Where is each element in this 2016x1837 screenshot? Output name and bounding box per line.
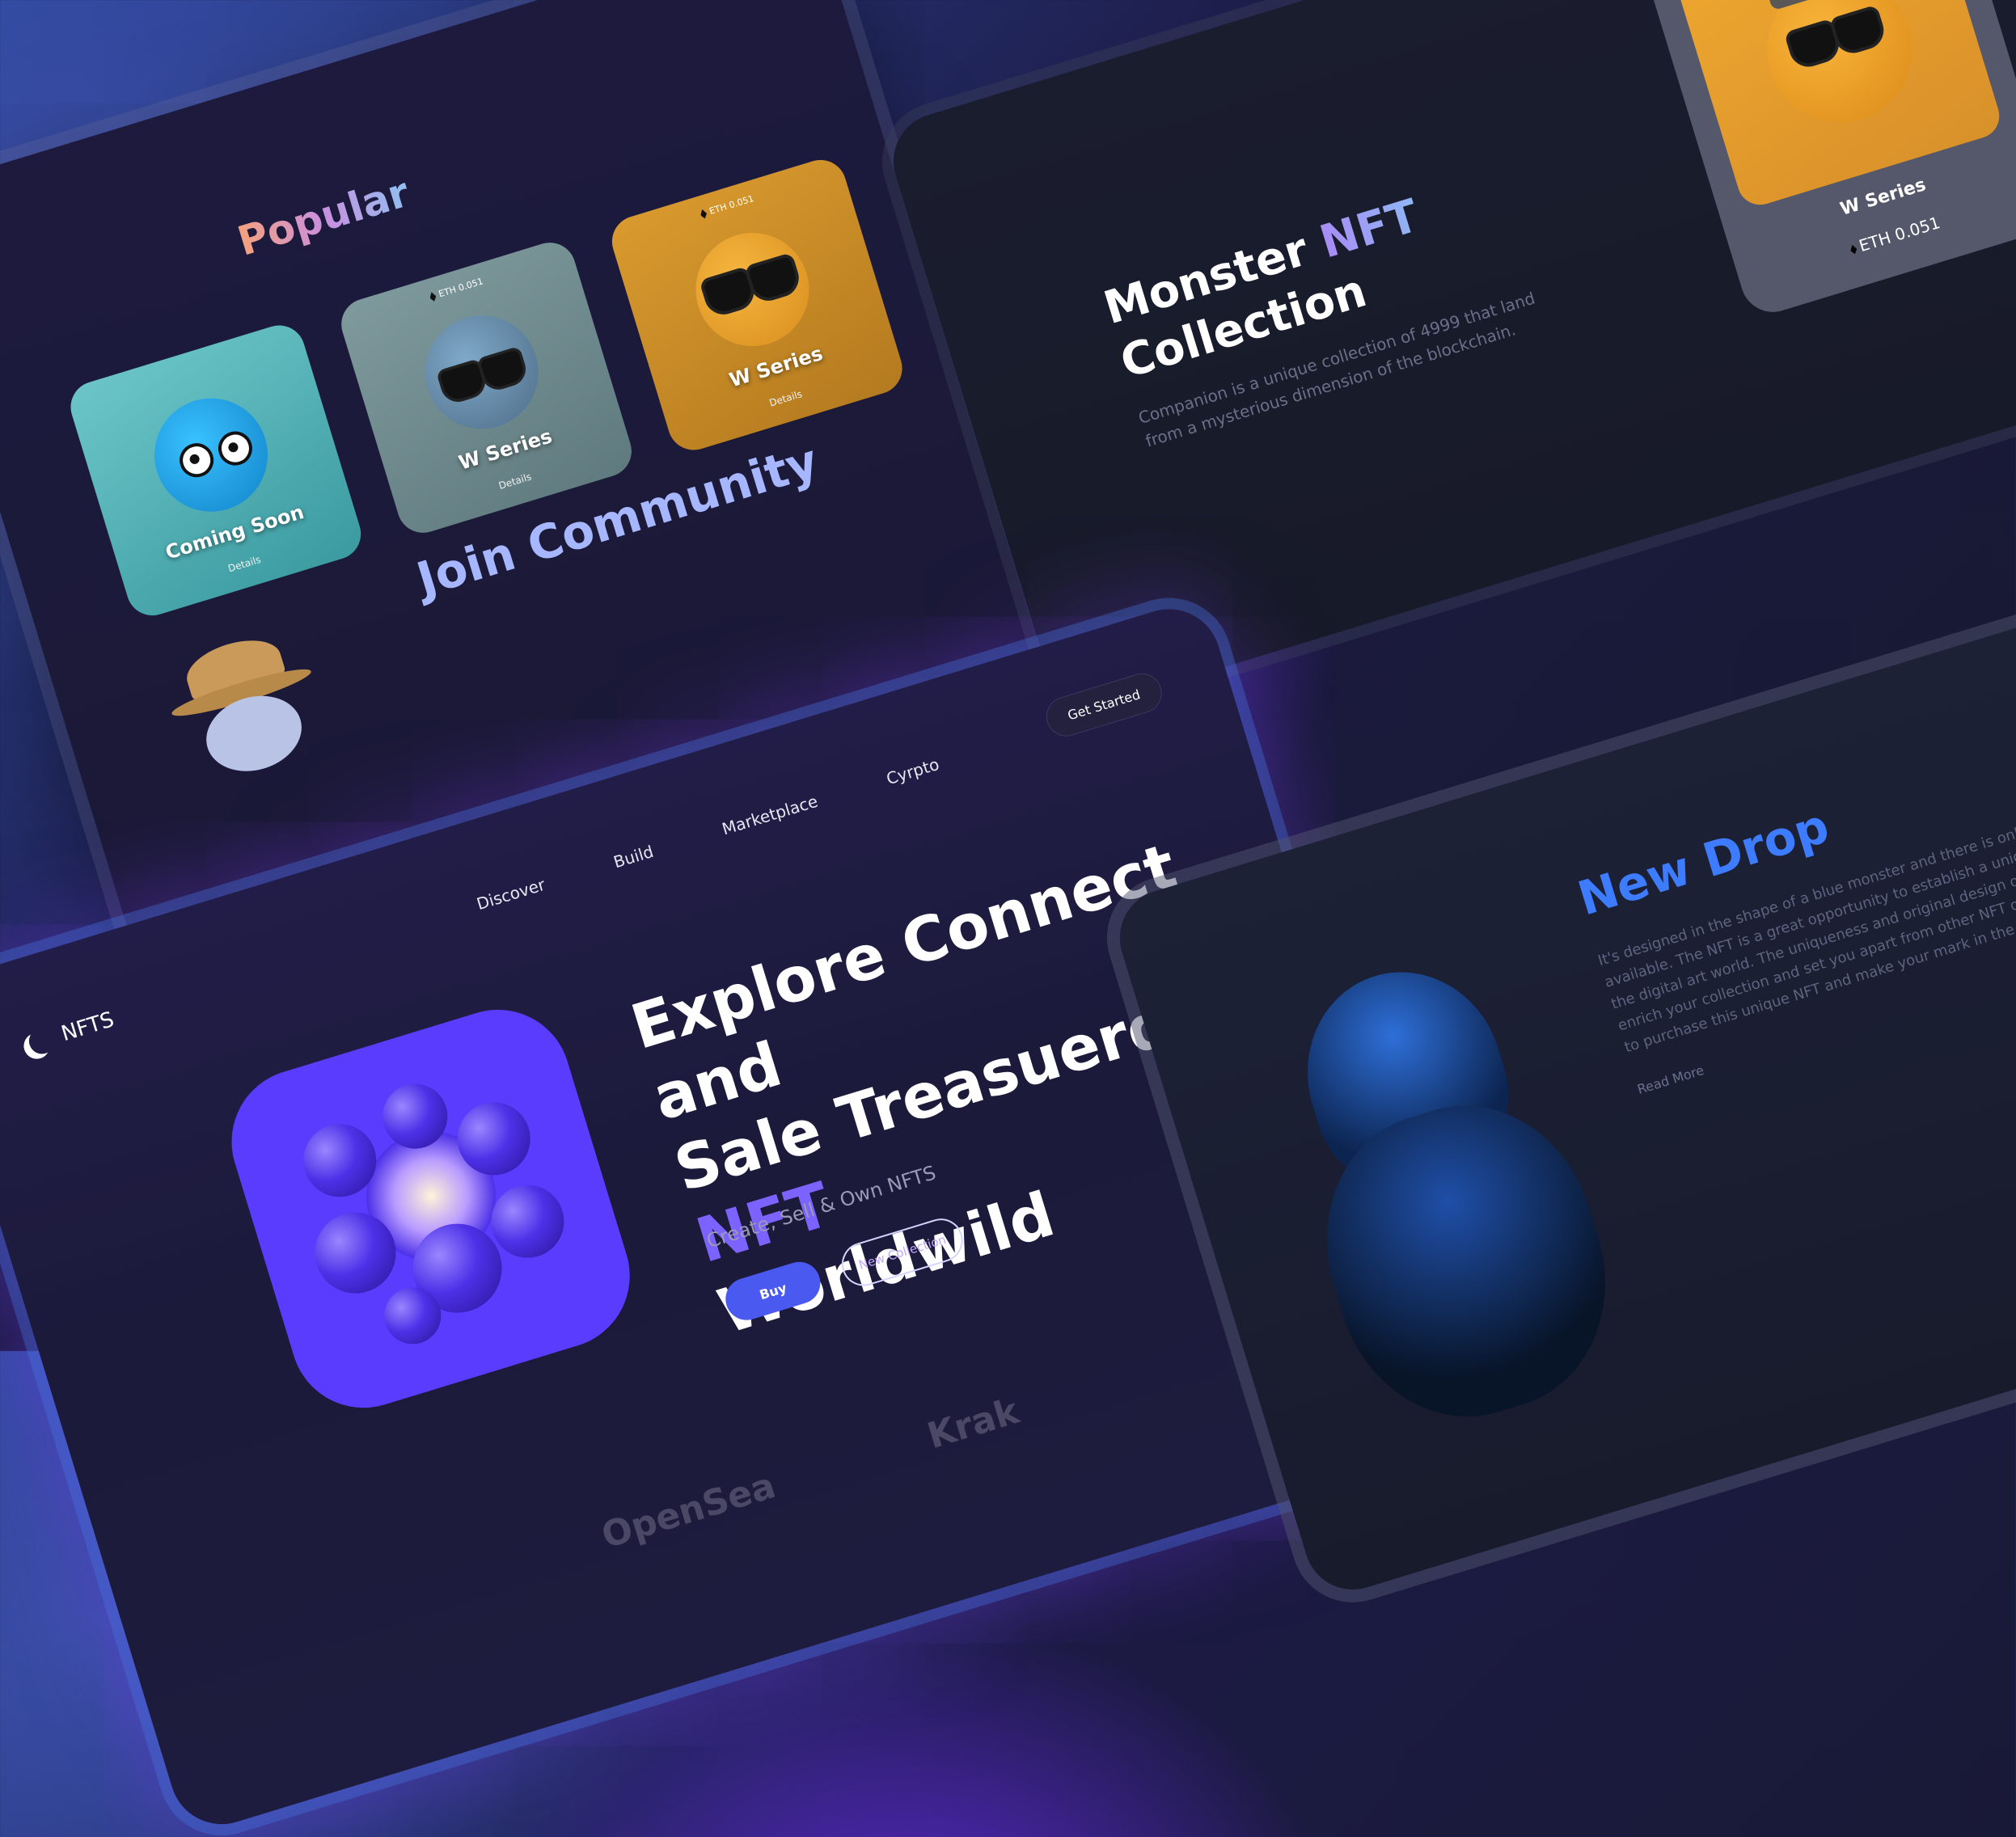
nav-marketplace[interactable]: Marketplace [720, 792, 820, 839]
monster-collection-section: Monster NFT Collection Companion is a un… [881, 0, 2016, 717]
nft-card-coming-soon[interactable]: Coming Soon Details [64, 319, 368, 623]
eth-icon [699, 209, 708, 220]
title-highlight: NFT [1313, 189, 1425, 269]
nft-card-w-series-2[interactable]: ETH 0.051 W Series Details [605, 153, 909, 457]
logo-text: NFTS [58, 1007, 117, 1047]
hero-orb-art [213, 991, 649, 1426]
nav-discover[interactable]: Discover [475, 875, 547, 914]
read-more-link[interactable]: Read More [1635, 1062, 1705, 1097]
nav-crypto[interactable]: Cyrpto [884, 754, 941, 788]
kraken-logo: Krak [923, 1390, 1024, 1458]
logo[interactable]: NFTS [18, 1007, 117, 1059]
popular-title: Popular [232, 168, 415, 265]
card-price: ETH 0.051 [437, 276, 485, 300]
eth-icon [429, 291, 437, 302]
straw-hat-monster-image [157, 623, 334, 790]
featured-price: ETH 0.051 [1856, 212, 1942, 256]
moon-logo-icon [26, 1024, 58, 1057]
get-started-button[interactable]: Get Started [1041, 668, 1167, 741]
nft-card-w-series-1[interactable]: ETH 0.051 W Series Details [335, 236, 638, 539]
featured-nft-card[interactable]: W Series ETH 0.051 [1633, 0, 2016, 320]
nav-build[interactable]: Build [611, 842, 656, 872]
opensea-logo: OpenSea [597, 1464, 780, 1557]
partner-logos: OpenSea Krak [597, 1391, 1024, 1556]
blue-silhouette-monster-image [1251, 936, 1658, 1510]
eth-icon [1849, 244, 1858, 255]
card-price: ETH 0.051 [708, 192, 755, 217]
